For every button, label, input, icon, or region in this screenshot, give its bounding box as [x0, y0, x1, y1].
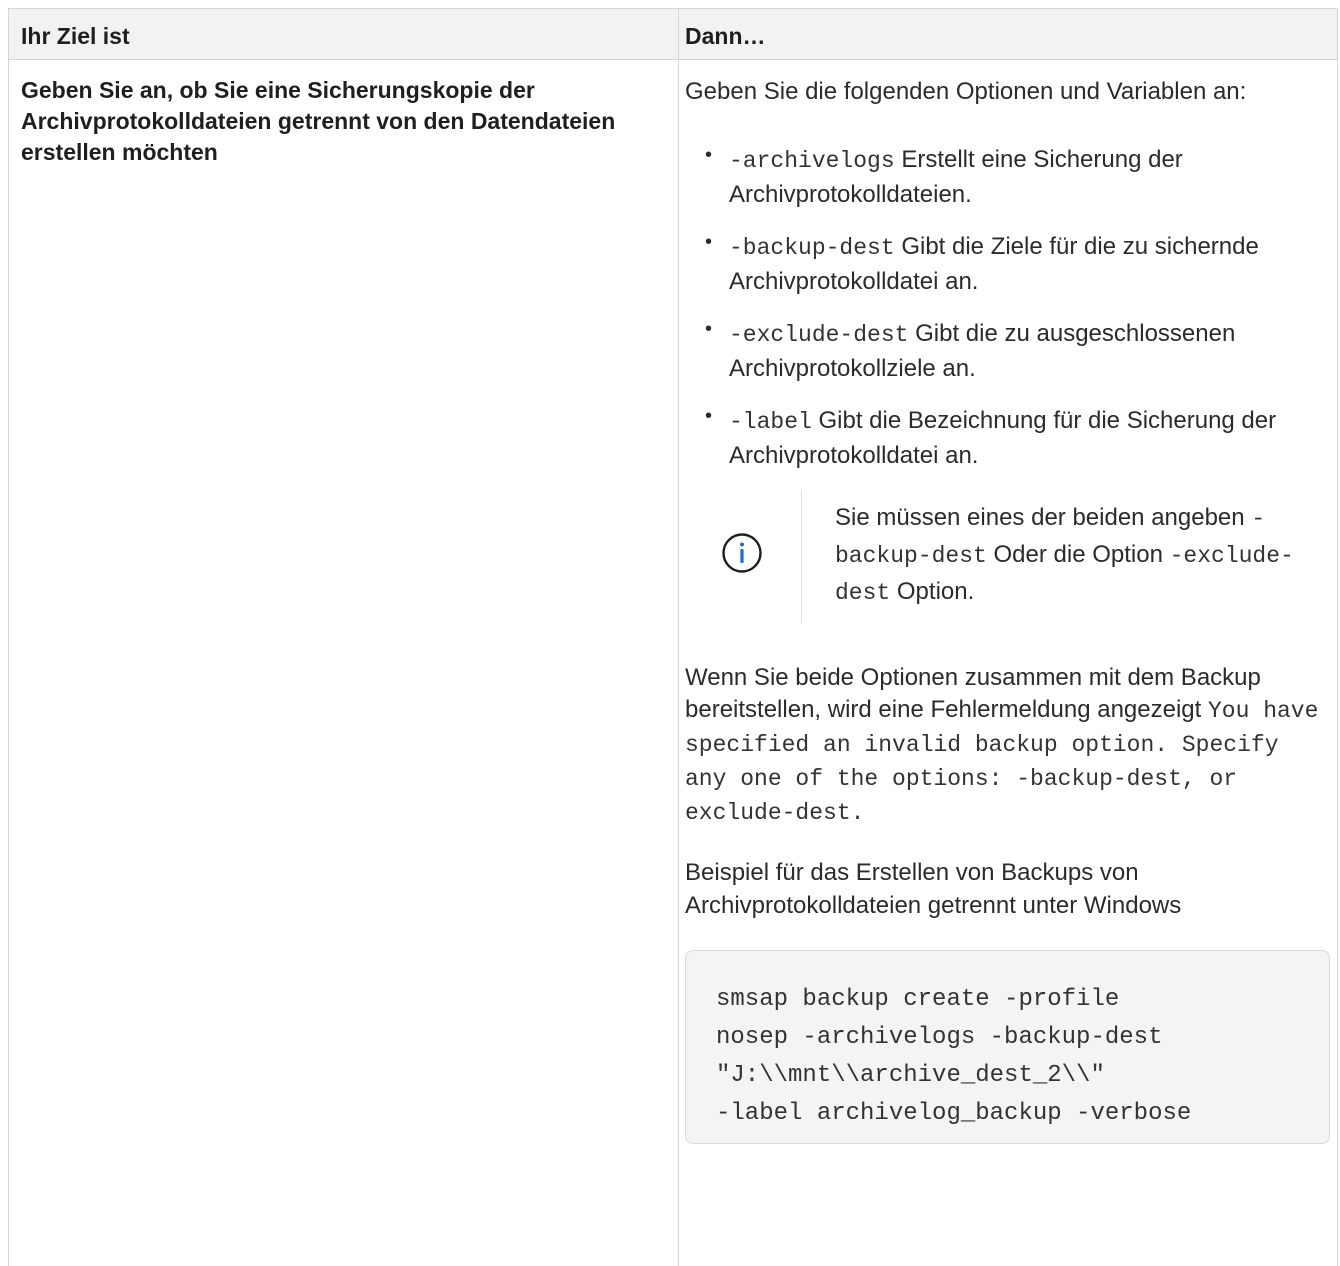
column-divider — [678, 9, 679, 1266]
option-code: -exclude-dest — [729, 322, 909, 348]
option-item: • -backup-dest Gibt die Ziele für die zu… — [705, 230, 1330, 298]
bullet-icon: • — [705, 318, 713, 340]
note-part2: Oder die Option — [993, 541, 1163, 568]
option-item: • -label Gibt die Bezeichnung für die Si… — [705, 404, 1330, 472]
action-cell: Geben Sie die folgenden Optionen und Var… — [685, 75, 1330, 1144]
bullet-icon: • — [705, 144, 713, 166]
info-circle-icon — [722, 533, 762, 573]
error-paragraph: Wenn Sie beide Optionen zusammen mit dem… — [685, 662, 1330, 830]
note-text: Sie müssen eines der beiden angeben -bac… — [835, 500, 1315, 611]
error-text: Wenn Sie beide Optionen zusammen mit dem… — [685, 664, 1261, 723]
header-then: Dann… — [685, 23, 766, 49]
option-text: Gibt die Bezeichnung für die Sicherung d… — [729, 407, 1277, 469]
option-item: • -archivelogs Erstellt eine Sicherung d… — [705, 143, 1330, 211]
header-goal: Ihr Ziel ist — [21, 23, 130, 49]
example-intro: Beispiel für das Erstellen von Backups v… — [685, 859, 1182, 919]
options-table: Ihr Ziel ist Dann… Geben Sie an, ob Sie … — [8, 8, 1338, 1266]
code-block: smsap backup create -profile nosep -arch… — [685, 950, 1330, 1144]
bullet-icon: • — [705, 231, 713, 253]
note-part3: Option. — [896, 578, 975, 605]
code-line: "J:\\mnt\\archive_dest_2\\" — [716, 1062, 1105, 1089]
option-code: -backup-dest — [729, 235, 895, 261]
table-header: Ihr Ziel ist Dann… — [9, 9, 1337, 60]
code-line: smsap backup create -profile — [716, 986, 1120, 1013]
info-note: Sie müssen eines der beiden angeben -bac… — [721, 491, 1330, 623]
option-code: -archivelogs — [729, 148, 895, 174]
option-item: • -exclude-dest Gibt die zu ausgeschloss… — [705, 317, 1330, 385]
options-intro: Geben Sie die folgenden Optionen und Var… — [685, 78, 1247, 105]
option-code: -label — [729, 409, 812, 435]
options-list: • -archivelogs Erstellt eine Sicherung d… — [685, 143, 1330, 472]
code-line: nosep -archivelogs -backup-dest — [716, 1024, 1163, 1051]
code-line: -label archivelog_backup -verbose — [716, 1100, 1192, 1127]
bullet-icon: • — [705, 405, 713, 427]
note-divider — [801, 491, 802, 623]
note-part1: Sie müssen eines der beiden angeben — [835, 504, 1245, 531]
goal-cell: Geben Sie an, ob Sie eine Sicherungskopi… — [21, 77, 616, 165]
